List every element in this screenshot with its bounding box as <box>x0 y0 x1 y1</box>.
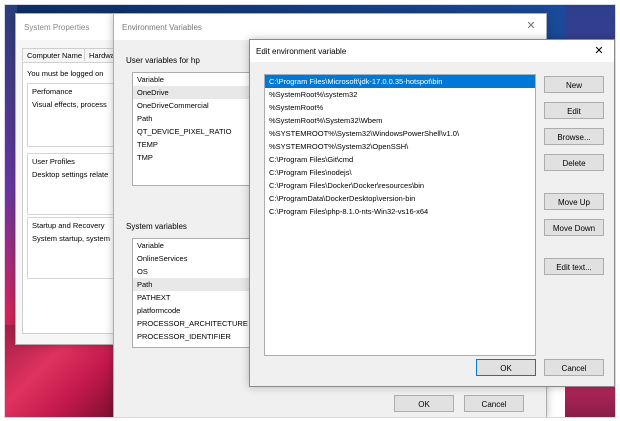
user-profiles-text: Desktop settings relate <box>32 170 109 179</box>
edit-text-button[interactable]: Edit text... <box>544 258 604 275</box>
close-icon[interactable]: ✕ <box>592 44 606 58</box>
system-properties-window: System Properties Computer Name Hardwa Y… <box>15 13 139 345</box>
path-row[interactable]: %SystemRoot%\System32\Wbem <box>265 114 535 127</box>
move-down-button[interactable]: Move Down <box>544 219 604 236</box>
ok-button[interactable]: OK <box>476 359 536 376</box>
user-profiles-heading: User Profiles <box>32 157 75 166</box>
path-row[interactable]: C:\Program Files\Docker\Docker\resources… <box>265 179 535 192</box>
close-icon[interactable]: ✕ <box>524 19 538 33</box>
path-row[interactable]: C:\Program Files\nodejs\ <box>265 166 535 179</box>
system-variables-label: System variables <box>126 222 187 231</box>
new-button[interactable]: New <box>544 76 604 93</box>
performance-heading: Perfomance <box>32 87 73 96</box>
path-row[interactable]: C:\Program Files\Microsoft\jdk-17.0.0.35… <box>265 75 535 88</box>
screenshot-frame: System Properties Computer Name Hardwa Y… <box>4 4 616 418</box>
path-list[interactable]: C:\Program Files\Microsoft\jdk-17.0.0.35… <box>264 74 536 356</box>
path-row[interactable]: %SystemRoot%\system32 <box>265 88 535 101</box>
system-properties-titlebar: System Properties <box>16 14 122 40</box>
ok-button[interactable]: OK <box>394 395 454 412</box>
move-up-button[interactable]: Move Up <box>544 193 604 210</box>
edit-environment-variable-window: Edit environment variable ✕ C:\Program F… <box>249 39 615 387</box>
cancel-button[interactable]: Cancel <box>544 359 604 376</box>
path-row[interactable]: C:\Program Files\php-8.1.0-nts-Win32-vs1… <box>265 205 535 218</box>
path-row[interactable]: %SystemRoot% <box>265 101 535 114</box>
environment-variables-title: Environment Variables <box>122 23 202 32</box>
user-variables-label: User variables for hp <box>126 56 200 65</box>
edit-variable-titlebar: Edit environment variable ✕ <box>250 40 614 62</box>
path-row[interactable]: %SYSTEMROOT%\System32\WindowsPowerShell\… <box>265 127 535 140</box>
performance-text: Visual effects, process <box>32 100 107 109</box>
system-properties-title: System Properties <box>24 23 90 32</box>
startup-heading: Startup and Recovery <box>32 221 105 230</box>
browse-button[interactable]: Browse... <box>544 128 604 145</box>
edit-button[interactable]: Edit <box>544 102 604 119</box>
path-row[interactable]: C:\ProgramData\DockerDesktop\version-bin <box>265 192 535 205</box>
tab-computer-name[interactable]: Computer Name <box>22 48 88 61</box>
logon-note: You must be logged on <box>27 69 104 78</box>
delete-button[interactable]: Delete <box>544 154 604 171</box>
path-row[interactable]: %SYSTEMROOT%\System32\OpenSSH\ <box>265 140 535 153</box>
environment-variables-titlebar: Environment Variables ✕ <box>114 14 546 40</box>
edit-variable-title: Edit environment variable <box>256 47 347 56</box>
path-row[interactable]: C:\Program Files\Git\cmd <box>265 153 535 166</box>
cancel-button[interactable]: Cancel <box>464 395 524 412</box>
startup-text: System startup, system <box>32 234 110 243</box>
